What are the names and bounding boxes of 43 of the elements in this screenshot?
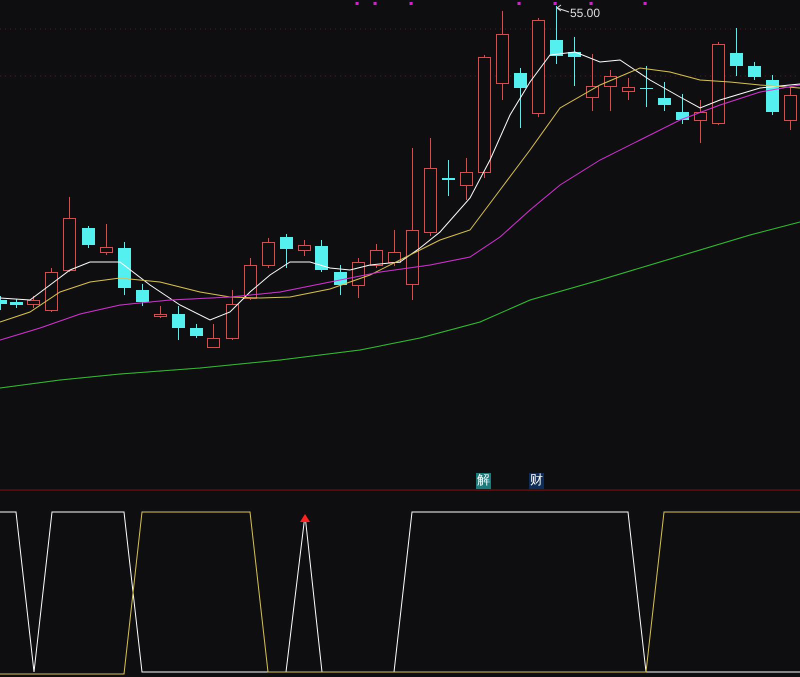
leader-line [556,4,570,12]
candlestick [207,324,220,348]
candlestick [82,226,95,248]
candlestick [226,290,239,340]
candlestick [388,230,401,266]
candlestick [27,296,40,308]
candlestick [640,66,653,108]
candlestick [154,306,167,318]
candlestick [748,62,761,80]
candlestick [442,160,455,196]
candlestick [334,264,347,296]
candlestick [694,100,707,144]
high-price-label: 55.00 [570,6,600,20]
candlestick [370,244,383,268]
signal-arrow-icon [300,514,310,522]
candlestick [658,82,671,112]
candlestick [622,78,635,100]
candlestick [190,324,203,338]
indicator-badge: 财 [529,473,544,489]
candlestick [262,238,275,268]
candlestick [604,70,617,112]
candlestick [586,54,599,112]
candlestick [280,234,293,268]
candlestick [315,240,328,272]
indicator-badge: 解 [476,473,491,489]
candlestick [100,224,113,256]
candlestick [766,74,779,116]
candlestick [730,28,743,76]
candlestick [10,298,23,308]
candlestick [118,242,131,296]
candlestick [298,240,311,256]
candlestick [568,36,581,86]
candlestick [244,258,257,300]
candlestick [514,68,527,128]
candlestick [172,306,185,340]
candlestick [0,296,7,310]
candlestick [352,258,365,298]
candlestick [460,158,473,200]
candlestick [784,86,797,130]
candlestick [136,284,149,306]
candlestick [45,268,58,312]
candlestick [676,94,689,124]
candlestick [550,6,563,64]
